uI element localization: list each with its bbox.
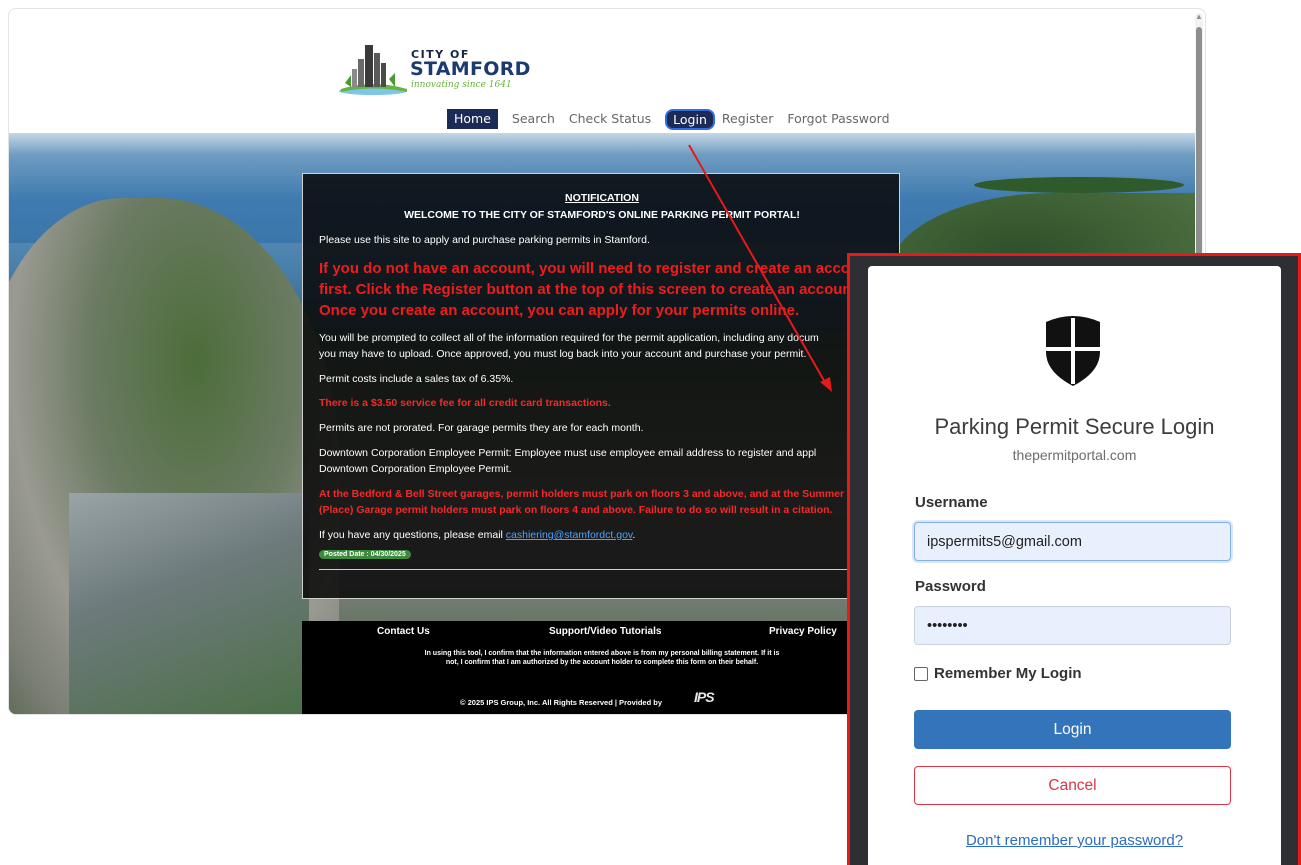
forgot-password-link[interactable]: Don't remember your password? — [868, 832, 1281, 849]
cancel-button[interactable]: Cancel — [914, 766, 1231, 805]
nav-forgot-password[interactable]: Forgot Password — [787, 109, 889, 129]
questions-suffix: . — [632, 529, 636, 541]
prompt-line-2: you may have to upload. Once approved, y… — [319, 348, 807, 360]
footer-billing-note: In using this tool, I confirm that the i… — [424, 650, 780, 666]
password-input[interactable]: •••••••• — [914, 606, 1231, 645]
ips-logo[interactable]: IPS — [694, 689, 744, 714]
scroll-up-icon[interactable]: ▲ — [1195, 13, 1203, 21]
footer-support-tutorials[interactable]: Support/Video Tutorials — [549, 626, 661, 637]
garage-rule-line-1: At the Bedford & Bell Street garages, pe… — [319, 488, 855, 500]
site-header: CITY OF STAMFORD innovating since 1641 H… — [9, 9, 1197, 133]
nav-search[interactable]: Search — [512, 109, 555, 129]
tax-note: Permit costs include a sales tax of 6.35… — [319, 373, 514, 385]
remember-label[interactable]: Remember My Login — [934, 665, 1082, 682]
skyline-logo-icon — [339, 45, 407, 95]
notification-divider — [319, 569, 899, 570]
garage-rule-line-2: (Place) Garage permit holders must park … — [319, 504, 833, 516]
notification-intro: Please use this site to apply and purcha… — [319, 234, 650, 246]
shield-icon — [1046, 316, 1100, 386]
notification-welcome: WELCOME TO THE CITY OF STAMFORD'S ONLINE… — [404, 209, 800, 221]
proration-note: Permits are not prorated. For garage per… — [319, 422, 644, 434]
logo-city-name: STAMFORD — [410, 58, 531, 80]
remember-checkbox[interactable] — [914, 666, 928, 681]
account-warning-line-1: If you do not have an account, you will … — [319, 260, 850, 277]
login-title: Parking Permit Secure Login — [934, 414, 1215, 439]
footer-contact-us[interactable]: Contact Us — [377, 626, 430, 637]
username-input[interactable]: ipspermits5@gmail.com — [914, 522, 1231, 561]
city-logo[interactable]: CITY OF STAMFORD innovating since 1641 — [337, 39, 530, 99]
footer-privacy-policy[interactable]: Privacy Policy — [769, 626, 837, 637]
notification-title: NOTIFICATION — [565, 192, 639, 204]
footer-copyright: © 2025 IPS Group, Inc. All Rights Reserv… — [460, 698, 662, 707]
prompt-line-1: You will be prompted to collect all of t… — [319, 332, 819, 344]
screenshot-stage: CITY OF STAMFORD innovating since 1641 H… — [0, 0, 1301, 865]
nav-check-status[interactable]: Check Status — [569, 109, 651, 129]
remember-login-row[interactable]: Remember My Login — [914, 665, 1082, 682]
downtown-line-2: Downtown Corporation Employee Permit. — [319, 463, 512, 475]
login-domain: thepermitportal.com — [1012, 447, 1137, 463]
downtown-line-1: Downtown Corporation Employee Permit: Em… — [319, 447, 817, 459]
cashiering-email-link[interactable]: cashiering@stamfordct.gov — [506, 529, 633, 541]
logo-tagline: innovating since 1641 — [411, 80, 512, 90]
username-label: Username — [915, 494, 988, 511]
posted-date-badge: Posted Date : 04/30/2025 — [319, 550, 411, 559]
account-warning-line-2: first. Click the Register button at the … — [319, 281, 852, 298]
account-warning-line-3: Once you create an account, you can appl… — [319, 302, 800, 319]
password-label: Password — [915, 578, 986, 595]
login-card: Parking Permit Secure Login thepermitpor… — [868, 266, 1281, 865]
service-fee-note: There is a $3.50 service fee for all cre… — [319, 397, 611, 409]
nav-home[interactable]: Home — [447, 109, 498, 129]
hero-island — [974, 177, 1184, 193]
login-modal-highlight: Parking Permit Secure Login thepermitpor… — [847, 253, 1301, 865]
main-nav: Home Search Check Status Login Register … — [447, 108, 904, 130]
questions-prefix: If you have any questions, please email — [319, 529, 506, 541]
notification-panel: NOTIFICATION WELCOME TO THE CITY OF STAM… — [302, 173, 900, 599]
login-button[interactable]: Login — [914, 710, 1231, 749]
hero-buildings — [69, 493, 309, 714]
nav-login[interactable]: Login — [665, 108, 715, 130]
site-footer: Contact Us Support/Video Tutorials Priva… — [302, 621, 900, 714]
questions-line: If you have any questions, please email … — [319, 527, 899, 543]
nav-register[interactable]: Register — [722, 109, 773, 129]
